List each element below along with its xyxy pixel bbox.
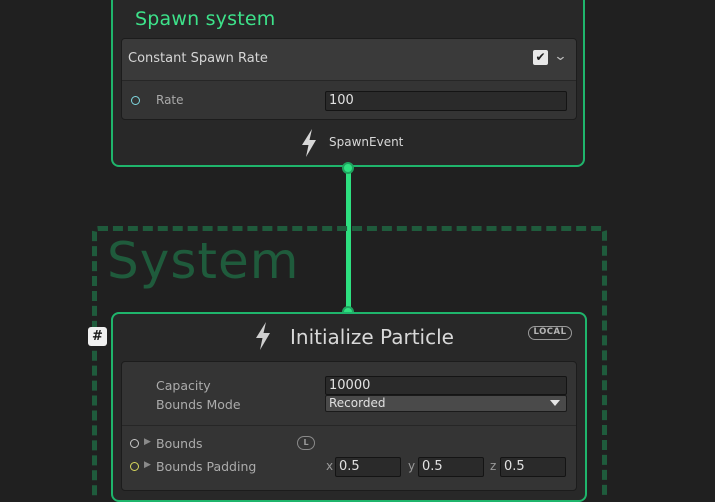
rate-field[interactable]: 100 xyxy=(325,91,567,111)
space-toggle-badge[interactable]: LOCAL xyxy=(528,326,572,340)
expand-triangle-icon[interactable]: ▶ xyxy=(144,460,151,470)
bounds-input-port[interactable] xyxy=(130,439,139,448)
divider xyxy=(122,425,576,426)
bounds-mode-label: Bounds Mode xyxy=(156,397,241,412)
capacity-field[interactable]: 10000 xyxy=(325,376,567,395)
spawn-event-output[interactable]: SpawnEvent xyxy=(329,135,403,149)
block-enabled-checkbox[interactable]: ✔ xyxy=(533,50,548,65)
axis-y-label: y xyxy=(408,459,416,473)
spawn-system-title[interactable]: Spawn system xyxy=(135,8,275,30)
axis-z-label: z xyxy=(490,459,497,473)
bounds-padding-input-port[interactable] xyxy=(130,462,139,471)
bounds-padding-label: Bounds Padding xyxy=(156,459,257,474)
system-id-badge[interactable]: # xyxy=(88,327,107,346)
dropdown-arrow-icon[interactable] xyxy=(550,400,560,406)
chevron-down-icon[interactable]: ⌄ xyxy=(553,49,567,64)
bounds-label: Bounds xyxy=(156,436,203,451)
capacity-label: Capacity xyxy=(156,378,211,393)
axis-x-label: x xyxy=(326,459,334,473)
lightning-icon xyxy=(300,128,318,158)
rate-input-port[interactable] xyxy=(131,96,140,105)
initialize-particle-title: Initialize Particle xyxy=(290,325,454,349)
bounds-padding-z-field[interactable]: 0.5 xyxy=(500,457,566,477)
rate-label: Rate xyxy=(156,93,184,107)
bounds-padding-x-field[interactable]: 0.5 xyxy=(335,457,401,477)
block-title: Constant Spawn Rate xyxy=(128,51,268,66)
bounds-space-badge[interactable]: L xyxy=(297,436,315,450)
system-group-title[interactable]: System xyxy=(107,231,299,291)
flow-output-port[interactable] xyxy=(342,162,354,174)
bounds-padding-y-field[interactable]: 0.5 xyxy=(418,457,484,477)
lightning-icon xyxy=(254,321,272,351)
bounds-mode-dropdown[interactable]: Recorded xyxy=(325,395,567,412)
expand-triangle-icon[interactable]: ▶ xyxy=(144,437,151,447)
